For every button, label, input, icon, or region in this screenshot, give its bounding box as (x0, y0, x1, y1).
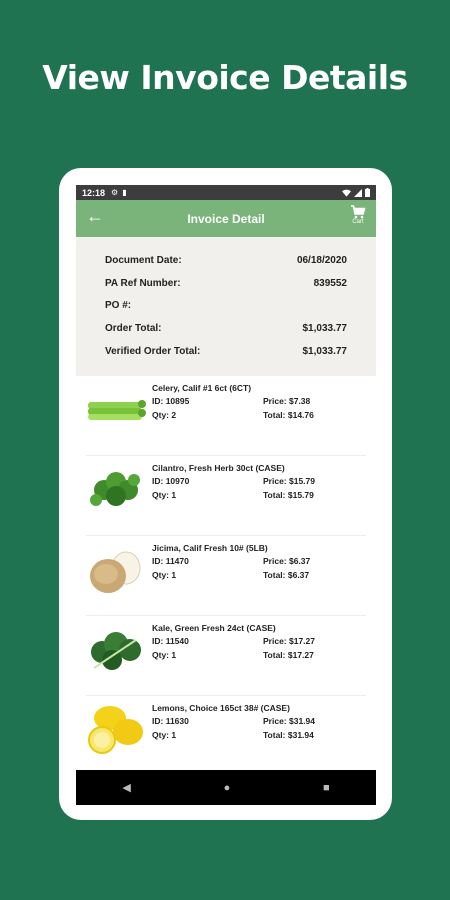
list-item[interactable]: Jicima, Calif Fresh 10# (5LB) ID: 11470 P… (86, 536, 366, 616)
list-item[interactable]: Lemons, Choice 165ct 38# (CASE) ID: 1163… (86, 696, 366, 776)
item-qty: Qty: 1 (152, 570, 177, 580)
page-headline: View Invoice Details (42, 58, 408, 97)
summary-row-document-date: Document Date: 06/18/2020 (105, 249, 347, 272)
lemons-image (88, 706, 143, 754)
item-id: ID: 10895 (152, 396, 190, 406)
item-name: Kale, Green Fresh 24ct (CASE) (152, 623, 276, 633)
item-total: Total: $17.27 (263, 650, 314, 660)
list-item[interactable]: Cilantro, Fresh Herb 30ct (CASE) ID: 109… (86, 456, 366, 536)
item-price: Price: $15.79 (263, 476, 315, 486)
item-details: Lemons, Choice 165ct 38# (CASE) ID: 1163… (152, 700, 366, 776)
jicama-image (90, 551, 141, 593)
phone-screen: 12:18 ⚙ ▮ ← Invoice Detail Cart Document… (76, 185, 376, 805)
item-id: ID: 11470 (152, 556, 189, 566)
status-time: 12:18 (82, 187, 106, 198)
nav-recents-icon[interactable]: ■ (323, 782, 330, 794)
summary-value: 06/18/2020 (296, 254, 347, 266)
back-arrow-icon[interactable]: ← (86, 206, 104, 227)
list-item[interactable]: Kale, Green Fresh 24ct (CASE) ID: 11540 P… (86, 616, 366, 696)
nav-back-icon[interactable]: ◀ (122, 781, 130, 794)
item-details: Celery, Calif #1 6ct (6CT) ID: 10895 Pric… (152, 380, 366, 455)
list-item[interactable]: Celery, Calif #1 6ct (6CT) ID: 10895 Pric… (86, 376, 366, 456)
item-qty: Qty: 2 (152, 410, 177, 420)
item-details: Cilantro, Fresh Herb 30ct (CASE) ID: 109… (152, 460, 366, 535)
item-qty: Qty: 1 (152, 730, 177, 740)
cart-label: Cart (352, 219, 364, 225)
invoice-summary: Document Date: 06/18/2020 PA Ref Number:… (76, 237, 376, 376)
system-nav-bar: ◀ ● ■ (76, 770, 376, 805)
cart-button[interactable]: Cart (350, 204, 366, 225)
celery-image (88, 400, 146, 420)
app-bar: ← Invoice Detail Cart (76, 200, 376, 237)
item-details: Jicima, Calif Fresh 10# (5LB) ID: 11470 P… (152, 540, 366, 615)
item-price: Price: $7.38 (263, 396, 311, 406)
wifi-icon (342, 189, 351, 197)
item-total: Total: $6.37 (263, 570, 310, 580)
summary-label: Order Total: (105, 322, 162, 334)
settings-icon: ⚙ (111, 188, 119, 197)
summary-label: PO #: (105, 300, 132, 312)
phone-frame: 12:18 ⚙ ▮ ← Invoice Detail Cart Document… (59, 168, 392, 820)
cart-icon (351, 205, 366, 219)
item-name: Jicima, Calif Fresh 10# (5LB) (152, 543, 268, 553)
status-bar: 12:18 ⚙ ▮ (76, 185, 376, 200)
item-price: Price: $17.27 (263, 636, 315, 646)
summary-row-verified-total: Verified Order Total: $1,033.77 (105, 340, 347, 363)
item-total: Total: $15.79 (263, 490, 314, 500)
item-name: Cilantro, Fresh Herb 30ct (CASE) (152, 463, 285, 473)
item-id: ID: 11540 (152, 636, 189, 646)
summary-row-pa-ref: PA Ref Number: 839552 (105, 272, 347, 295)
summary-label: Document Date: (105, 254, 182, 266)
signal-icon (354, 188, 362, 197)
summary-label: PA Ref Number: (105, 277, 181, 289)
summary-row-order-total: Order Total: $1,033.77 (105, 317, 347, 340)
item-total: Total: $14.76 (263, 410, 314, 420)
item-id: ID: 10970 (152, 476, 190, 486)
item-name: Lemons, Choice 165ct 38# (CASE) (152, 703, 290, 713)
item-qty: Qty: 1 (152, 490, 177, 500)
invoice-item-list: Celery, Calif #1 6ct (6CT) ID: 10895 Pric… (76, 376, 376, 776)
item-id: ID: 11630 (152, 716, 189, 726)
item-name: Celery, Calif #1 6ct (6CT) (152, 383, 252, 393)
summary-value: $1,033.77 (302, 345, 348, 357)
item-details: Kale, Green Fresh 24ct (CASE) ID: 11540 P… (152, 620, 366, 695)
item-price: Price: $6.37 (263, 556, 311, 566)
cilantro-image (90, 472, 140, 506)
battery-icon (365, 188, 370, 197)
screen-title: Invoice Detail (187, 211, 265, 226)
summary-row-po: PO #: (105, 294, 347, 317)
item-price: Price: $31.94 (263, 716, 315, 726)
summary-label: Verified Order Total: (105, 345, 201, 357)
nav-home-icon[interactable]: ● (224, 782, 231, 794)
sd-card-icon: ▮ (122, 188, 127, 197)
kale-image (91, 632, 141, 670)
item-total: Total: $31.94 (263, 730, 314, 740)
summary-value: 839552 (313, 277, 347, 289)
summary-value: $1,033.77 (302, 322, 348, 334)
item-qty: Qty: 1 (152, 650, 177, 660)
